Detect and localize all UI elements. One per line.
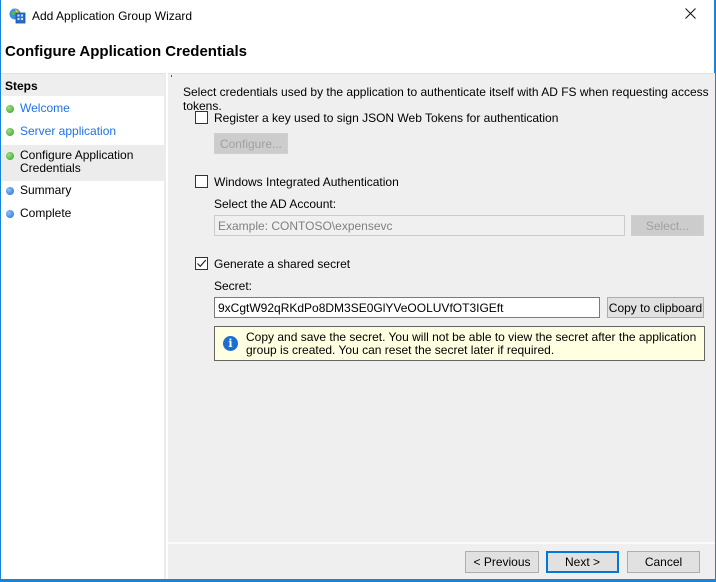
step-label: Complete bbox=[20, 206, 72, 220]
windows-integrated-auth-checkbox[interactable] bbox=[195, 175, 208, 188]
configure-button[interactable]: Configure... bbox=[214, 133, 288, 154]
ad-account-label: Select the AD Account: bbox=[214, 197, 337, 211]
info-icon: i bbox=[223, 336, 238, 351]
title-bar: Add Application Group Wizard bbox=[1, 0, 714, 32]
wizard-footer: < Previous Next > Cancel bbox=[168, 542, 715, 579]
steps-heading: Steps bbox=[1, 74, 164, 96]
step-complete: Complete bbox=[1, 207, 164, 223]
step-pending-icon bbox=[6, 210, 14, 218]
step-summary: Summary bbox=[1, 184, 164, 200]
close-icon bbox=[684, 8, 696, 22]
window-title: Add Application Group Wizard bbox=[32, 9, 193, 23]
step-complete-icon bbox=[6, 105, 14, 113]
ad-account-input[interactable]: Example: CONTOSO\expensevc bbox=[214, 215, 625, 236]
next-button[interactable]: Next > bbox=[546, 551, 619, 573]
step-welcome[interactable]: Welcome bbox=[1, 102, 164, 118]
main-panel: Select credentials used by the applicati… bbox=[168, 73, 715, 542]
step-complete-icon bbox=[6, 128, 14, 136]
wizard-window: Add Application Group Wizard Configure A… bbox=[0, 0, 716, 582]
cancel-button[interactable]: Cancel bbox=[627, 551, 700, 573]
step-pending-icon bbox=[6, 187, 14, 195]
secret-input[interactable]: 9xCgtW92qRKdPo8DM3SE0GlYVeOOLUVfOT3IGEft bbox=[214, 297, 600, 318]
app-group-wizard-icon bbox=[9, 8, 26, 24]
divider-mark bbox=[171, 75, 172, 77]
step-label: Summary bbox=[20, 183, 72, 197]
checkmark-icon bbox=[197, 259, 207, 268]
step-label: Configure Application Credentials bbox=[20, 148, 134, 175]
windows-integrated-auth-label[interactable]: Windows Integrated Authentication bbox=[214, 175, 399, 189]
step-label: Welcome bbox=[20, 101, 70, 115]
secret-label: Secret: bbox=[214, 279, 253, 293]
steps-sidebar: Steps Welcome Server application Configu… bbox=[1, 73, 166, 579]
shared-secret-label[interactable]: Generate a shared secret bbox=[214, 257, 350, 271]
shared-secret-checkbox[interactable] bbox=[195, 257, 208, 270]
copy-to-clipboard-button[interactable]: Copy to clipboard bbox=[607, 297, 704, 318]
step-configure-application-credentials: Configure Application Credentials bbox=[1, 145, 164, 181]
step-complete-icon bbox=[6, 152, 14, 160]
step-server-application[interactable]: Server application bbox=[1, 125, 164, 141]
previous-button[interactable]: < Previous bbox=[465, 551, 539, 573]
select-account-button[interactable]: Select... bbox=[631, 215, 704, 236]
close-button[interactable] bbox=[670, 0, 710, 30]
page-header: Configure Application Credentials bbox=[1, 32, 714, 70]
page-title: Configure Application Credentials bbox=[5, 43, 247, 60]
secret-info-text: Copy and save the secret. You will not b… bbox=[246, 330, 697, 357]
step-label: Server application bbox=[20, 124, 117, 138]
jwt-key-checkbox[interactable] bbox=[195, 111, 208, 124]
description-text: Select credentials used by the applicati… bbox=[183, 85, 709, 113]
jwt-key-label[interactable]: Register a key used to sign JSON Web Tok… bbox=[214, 111, 558, 125]
secret-info-box: i Copy and save the secret. You will not… bbox=[214, 326, 705, 361]
